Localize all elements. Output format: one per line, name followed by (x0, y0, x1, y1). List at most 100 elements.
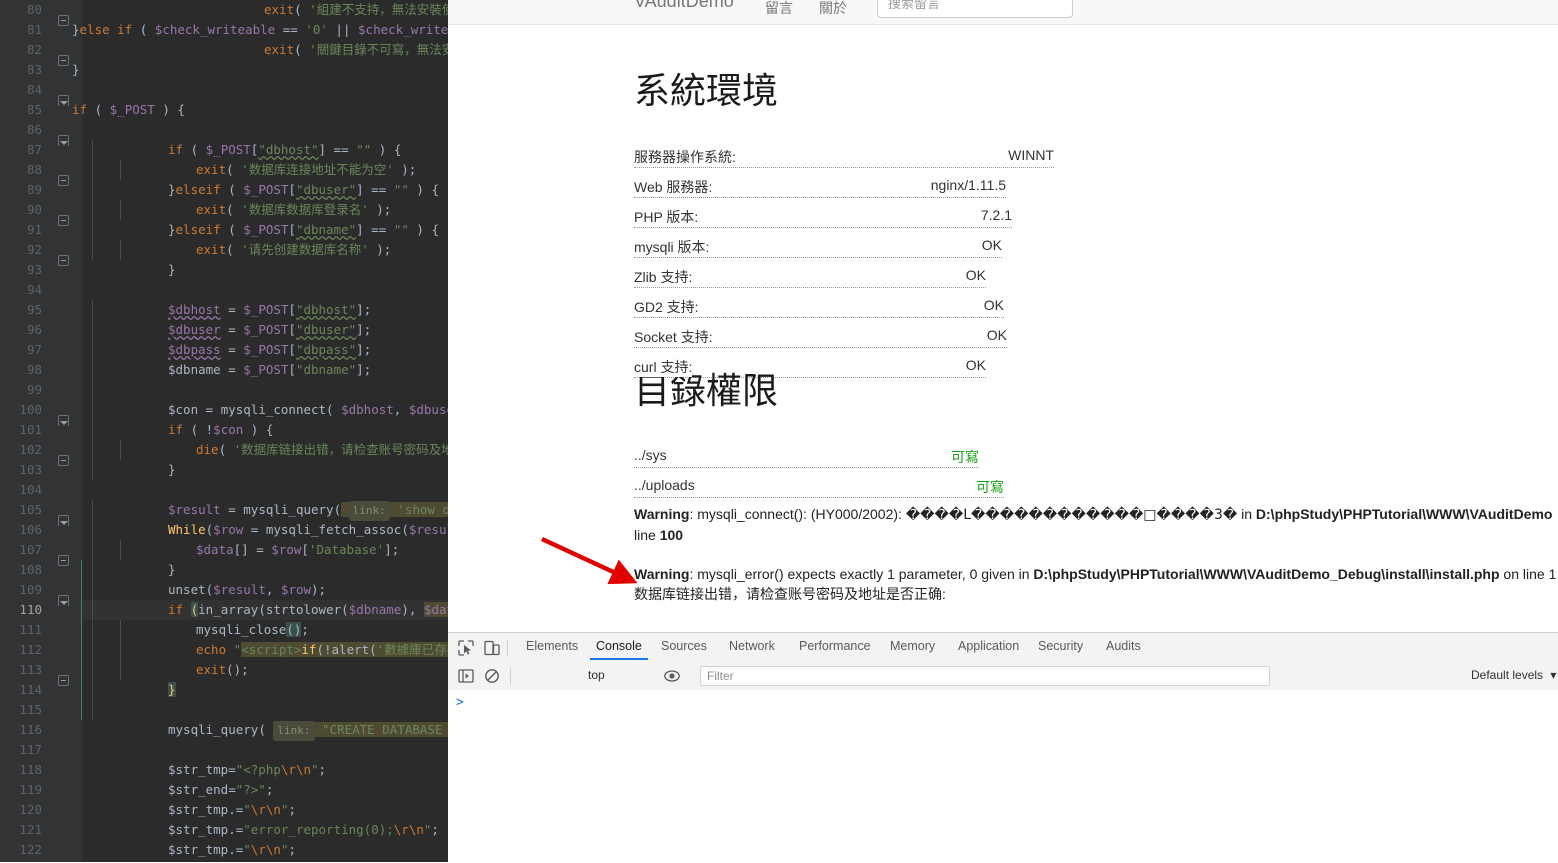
leader-dots (634, 347, 1007, 348)
code-line[interactable]: $dbhost = $_POST["dbhost"]; (82, 300, 448, 320)
line-number: 122 (19, 842, 42, 857)
code-line[interactable]: $data[] = $row['Database']; (82, 540, 448, 560)
code-line[interactable] (82, 280, 448, 300)
tab-performance[interactable]: Performance (799, 639, 871, 653)
clear-console-icon[interactable] (483, 667, 501, 685)
devtools-panel[interactable]: Elements Console Sources Network Perform… (448, 632, 1558, 863)
tab-console[interactable]: Console (590, 639, 648, 660)
editor-fold-gutter[interactable] (54, 0, 82, 862)
search-box[interactable] (877, 0, 1073, 18)
device-toolbar-icon[interactable] (483, 639, 501, 657)
site-brand[interactable]: VAuditDemo (634, 0, 734, 12)
fold-marker[interactable] (58, 215, 69, 226)
tab-audits[interactable]: Audits (1106, 639, 1141, 653)
console-prompt-caret[interactable]: > (456, 695, 464, 710)
leader-dots (634, 467, 979, 468)
console-output[interactable]: > (448, 690, 1558, 863)
fold-marker[interactable] (58, 675, 69, 686)
code-line[interactable] (82, 480, 448, 500)
code-line[interactable]: } (72, 60, 448, 80)
code-line[interactable]: $str_tmp.="error_reporting(0);\r\n"; (82, 820, 448, 840)
tab-memory[interactable]: Memory (890, 639, 935, 653)
code-line[interactable]: die( '数据库链接出错，请检查账号密码及地址是否正确 (82, 440, 448, 460)
code-text-area[interactable]: exit( '組建不支持，無法安裝使用！' ); }else if ( $che… (72, 0, 448, 862)
code-line[interactable] (82, 80, 448, 100)
code-line[interactable]: $result = mysqli_query( link: 'show data… (82, 500, 448, 521)
env-key: mysqli 版本: (634, 237, 710, 257)
code-line[interactable]: } (82, 260, 448, 280)
execution-context-select[interactable]: top (588, 668, 718, 686)
fold-marker[interactable] (58, 175, 69, 186)
perm-key: ../sys (634, 447, 667, 463)
execution-context-value: top (588, 668, 605, 682)
nav-link-about[interactable]: 關於 (819, 0, 847, 18)
code-line[interactable]: While($row = mysqli_fetch_assoc($result)… (82, 520, 448, 540)
code-line[interactable]: $dbname = $_POST["dbname"]; (82, 360, 448, 380)
warning-in: in (1237, 506, 1256, 522)
code-line[interactable]: exit( '組建不支持，無法安裝使用！' ); (82, 0, 448, 20)
code-line[interactable]: unset($result, $row); (82, 580, 448, 600)
code-line[interactable]: exit(); (82, 660, 448, 680)
fold-marker[interactable] (58, 415, 69, 426)
code-line[interactable]: exit( '数据库数据库登录名' ); (82, 200, 448, 220)
fold-marker[interactable] (58, 595, 69, 606)
line-number: 90 (26, 202, 42, 217)
console-filter-box[interactable] (700, 666, 1270, 686)
code-line[interactable]: $str_tmp.="\r\n"; (82, 840, 448, 860)
code-line-current[interactable]: if (in_array(strtolower($dbname), $data)… (82, 600, 448, 620)
tab-network[interactable]: Network (729, 639, 775, 653)
code-line[interactable]: mysqli_query( link: "CREATE DATABASE $db… (82, 720, 448, 741)
code-line[interactable]: exit( '關鍵目錄不可寫，無法安裝使用！' ); (82, 40, 448, 60)
line-number: 89 (26, 182, 42, 197)
code-line[interactable]: exit( '请先创建数据库名称' ); (82, 240, 448, 260)
log-levels-dropdown[interactable]: Default levels ▾ (1471, 668, 1556, 682)
fold-marker[interactable] (58, 15, 69, 26)
code-line[interactable]: $dbpass = $_POST["dbpass"]; (82, 340, 448, 360)
code-line[interactable] (82, 740, 448, 760)
fold-marker[interactable] (58, 55, 69, 66)
code-line[interactable]: if ( $_POST["dbhost"] == "" ) { (82, 140, 448, 160)
line-number: 120 (19, 802, 42, 817)
code-line[interactable]: } (82, 460, 448, 480)
code-line[interactable]: mysqli_close(); (82, 620, 448, 640)
code-line[interactable]: } (82, 680, 448, 700)
fold-marker[interactable] (58, 455, 69, 466)
code-line[interactable]: if ( !$con ) { (82, 420, 448, 440)
tab-sources[interactable]: Sources (661, 639, 707, 653)
env-value: OK (982, 327, 1007, 343)
tab-application[interactable]: Application (958, 639, 1019, 653)
code-editor-panel[interactable]: 80 81 82 83 84 85 86 87 88 89 90 91 92 93 94 95 96 97 98 99… (0, 0, 448, 862)
console-sidebar-icon[interactable] (457, 667, 475, 685)
line-number: 112 (19, 642, 42, 657)
code-line[interactable]: $con = mysqli_connect( $dbhost, $dbuser,… (82, 400, 448, 420)
line-number: 110 (19, 602, 42, 617)
code-line[interactable]: $str_end="?>"; (82, 780, 448, 800)
line-number: 82 (26, 42, 42, 57)
code-line[interactable]: $str_tmp="<?php\r\n"; (82, 760, 448, 780)
code-line[interactable]: $dbuser = $_POST["dbuser"]; (82, 320, 448, 340)
tab-elements[interactable]: Elements (526, 639, 578, 653)
code-line[interactable]: echo "<script>if(!alert('數據庫已存在')){windo… (82, 640, 448, 660)
inspect-element-icon[interactable] (457, 639, 475, 657)
code-line[interactable]: if ( $_POST ) { (72, 100, 448, 120)
fold-marker[interactable] (58, 135, 69, 146)
code-line[interactable]: }elseif ( $_POST["dbuser"] == "" ) { (82, 180, 448, 200)
code-line[interactable]: }elseif ( $_POST["dbname"] == "" ) { (82, 220, 448, 240)
live-expression-icon[interactable] (663, 667, 681, 685)
code-line[interactable]: exit( '数据库连接地址不能为空' ); (82, 160, 448, 180)
tab-security[interactable]: Security (1038, 639, 1083, 653)
fold-marker[interactable] (58, 255, 69, 266)
code-line[interactable]: } (82, 560, 448, 580)
line-number: 101 (19, 422, 42, 437)
console-filter-input[interactable] (701, 667, 1269, 685)
fold-marker[interactable] (58, 555, 69, 566)
nav-link-messages[interactable]: 留言 (765, 0, 793, 18)
code-line[interactable] (82, 120, 448, 140)
fold-marker[interactable] (58, 515, 69, 526)
code-line[interactable]: $str_tmp.="\r\n"; (82, 800, 448, 820)
code-line[interactable] (82, 700, 448, 720)
code-line[interactable]: }else if ( $check_writeable == '0' || $c… (72, 20, 448, 40)
code-line[interactable] (82, 380, 448, 400)
fold-marker[interactable] (58, 95, 69, 106)
search-input[interactable] (878, 0, 1072, 17)
